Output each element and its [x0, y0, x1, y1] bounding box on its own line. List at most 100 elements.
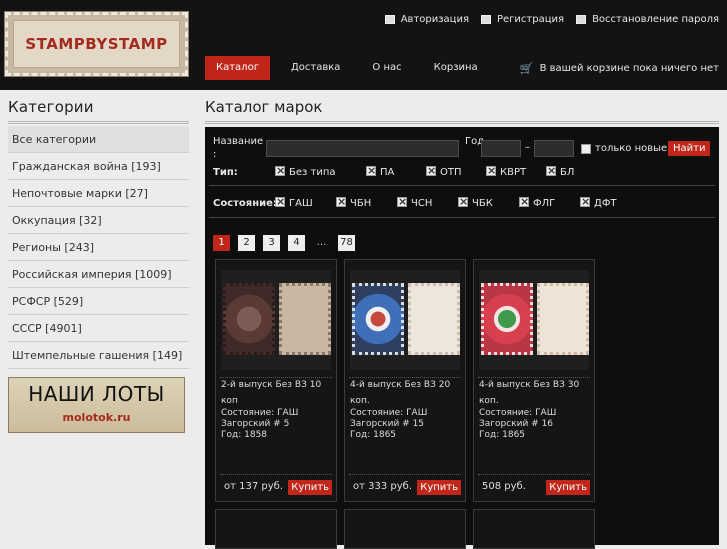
register-link[interactable]: Регистрация: [481, 14, 564, 25]
checkbox[interactable]: [486, 164, 496, 177]
product-card[interactable]: 4-й выпуск Без ВЗ 30 коп. Состояние: ГАШ…: [473, 259, 595, 502]
top-links: Авторизация Регистрация Восстановление п…: [384, 14, 719, 25]
nav-cart[interactable]: Корзина: [423, 56, 489, 80]
nav-delivery[interactable]: Доставка: [280, 56, 351, 80]
product-card[interactable]: 2-й выпуск Без ВЗ 10 коп Состояние: ГАШ …: [215, 259, 337, 502]
type-option[interactable]: Без типа: [275, 164, 366, 178]
checkbox[interactable]: [546, 164, 556, 177]
state-option[interactable]: ФЛГ: [519, 195, 580, 209]
product-image[interactable]: [221, 270, 331, 370]
checkbox[interactable]: [275, 164, 285, 177]
pagination: 1 2 3 4 … 78: [213, 235, 355, 251]
checkbox[interactable]: [580, 195, 590, 208]
page-title: Каталог марок: [205, 98, 323, 116]
state-option[interactable]: ГАШ: [275, 195, 336, 209]
page-link[interactable]: 1: [213, 235, 230, 251]
type-label: Тип:: [213, 166, 238, 178]
name-label: Название :: [213, 136, 264, 160]
product-meta: Состояние: ГАШ Загорский # 15 Год: 1865: [350, 408, 428, 440]
stamp-front-image: [352, 283, 404, 355]
category-item[interactable]: РСФСР [529]: [8, 288, 189, 315]
state-option[interactable]: ЧСН: [397, 195, 458, 209]
checkbox[interactable]: [366, 164, 376, 177]
product-image[interactable]: [350, 270, 460, 370]
category-item[interactable]: Российская империя [1009]: [8, 261, 189, 288]
checkbox[interactable]: [519, 195, 529, 208]
checkbox[interactable]: [275, 195, 285, 208]
page-link[interactable]: 78: [338, 235, 355, 251]
checkbox[interactable]: [397, 195, 407, 208]
cart-status[interactable]: 🛒 В вашей корзине пока ничего нет: [520, 62, 719, 75]
password-recovery-link[interactable]: Восстановление пароля: [576, 14, 719, 25]
only-new-filter[interactable]: только новые: [581, 143, 667, 154]
nav-catalog[interactable]: Каталог: [205, 56, 270, 80]
product-title[interactable]: 4-й выпуск Без ВЗ 20 коп.: [350, 377, 462, 409]
product-price: от 137 руб.: [224, 481, 283, 492]
checkbox[interactable]: [426, 164, 436, 177]
only-new-checkbox[interactable]: [581, 143, 591, 154]
product-title[interactable]: 4-й выпуск Без ВЗ 30 коп.: [479, 377, 591, 409]
year-label: Год: [465, 136, 485, 147]
year-dash: –: [525, 142, 530, 153]
type-option[interactable]: ОТП: [426, 164, 486, 178]
checkbox[interactable]: [336, 195, 346, 208]
cart-icon: 🛒: [519, 62, 534, 75]
buy-button[interactable]: Купить: [417, 480, 461, 495]
state-option[interactable]: ДФТ: [580, 195, 617, 209]
mail-icon: [576, 15, 587, 24]
login-link[interactable]: Авторизация: [384, 14, 469, 25]
category-item[interactable]: Штемпельные гашения [149]: [8, 342, 189, 369]
category-item[interactable]: СССР [4901]: [8, 315, 189, 342]
checkbox[interactable]: [458, 195, 468, 208]
header: STAMPBYSTAMP Авторизация Регистрация Вос…: [0, 0, 727, 90]
divider: [220, 474, 332, 475]
register-icon: [481, 15, 491, 24]
product-image[interactable]: [479, 270, 589, 370]
product-meta: Состояние: ГАШ Загорский # 16 Год: 1865: [479, 408, 557, 440]
divider: [478, 474, 590, 475]
product-card[interactable]: 4-й выпуск Без ВЗ 20 коп. Состояние: ГАШ…: [344, 259, 466, 502]
catalog-panel: Название : Год – только новые Найти Тип:…: [205, 127, 719, 549]
banner-subtitle: molotok.ru: [62, 411, 131, 424]
state-option[interactable]: ЧБН: [336, 195, 397, 209]
divider: [209, 185, 715, 186]
category-item[interactable]: Регионы [243]: [8, 234, 189, 261]
page-link[interactable]: 4: [288, 235, 305, 251]
main-header: Каталог марок: [205, 98, 719, 126]
main-nav: Каталог Доставка О нас Корзина: [205, 56, 499, 80]
search-button[interactable]: Найти: [668, 141, 711, 156]
stamp-front-image: [223, 283, 275, 355]
buy-button[interactable]: Купить: [288, 480, 332, 495]
product-card[interactable]: [473, 509, 595, 549]
product-title[interactable]: 2-й выпуск Без ВЗ 10 коп: [221, 377, 333, 409]
login-icon: [384, 15, 395, 24]
sidebar: Категории Все категории Гражданская войн…: [8, 98, 189, 433]
type-option[interactable]: ПА: [366, 164, 426, 178]
product-meta: Состояние: ГАШ Загорский # 5 Год: 1858: [221, 408, 299, 440]
page-link[interactable]: 3: [263, 235, 280, 251]
type-option[interactable]: КВРТ: [486, 164, 546, 178]
product-card[interactable]: [215, 509, 337, 549]
category-item[interactable]: Оккупация [32]: [8, 207, 189, 234]
nav-about[interactable]: О нас: [361, 56, 412, 80]
state-filter-row: Состояние: ГАШ ЧБН ЧСН ЧБК ФЛГ ДФТ: [213, 195, 617, 209]
site-logo[interactable]: STAMPBYSTAMP: [4, 11, 189, 77]
lots-banner[interactable]: НАШИ ЛОТЫ molotok.ru: [8, 377, 185, 433]
stamp-back-image: [279, 283, 331, 355]
buy-button[interactable]: Купить: [546, 480, 590, 495]
year-from-input[interactable]: [481, 140, 521, 157]
cart-text: В вашей корзине пока ничего нет: [539, 63, 719, 74]
category-item[interactable]: Гражданская война [193]: [8, 153, 189, 180]
divider: [209, 217, 715, 218]
type-option[interactable]: БЛ: [546, 164, 574, 178]
product-card[interactable]: [344, 509, 466, 549]
state-option[interactable]: ЧБК: [458, 195, 519, 209]
category-all[interactable]: Все категории: [8, 126, 189, 153]
category-item[interactable]: Непочтовые марки [27]: [8, 180, 189, 207]
stamp-front-image: [481, 283, 533, 355]
product-price: 508 руб.: [482, 481, 526, 492]
name-input[interactable]: [266, 140, 459, 157]
year-to-input[interactable]: [534, 140, 574, 157]
page-link[interactable]: 2: [238, 235, 255, 251]
banner-title: НАШИ ЛОТЫ: [28, 382, 165, 406]
